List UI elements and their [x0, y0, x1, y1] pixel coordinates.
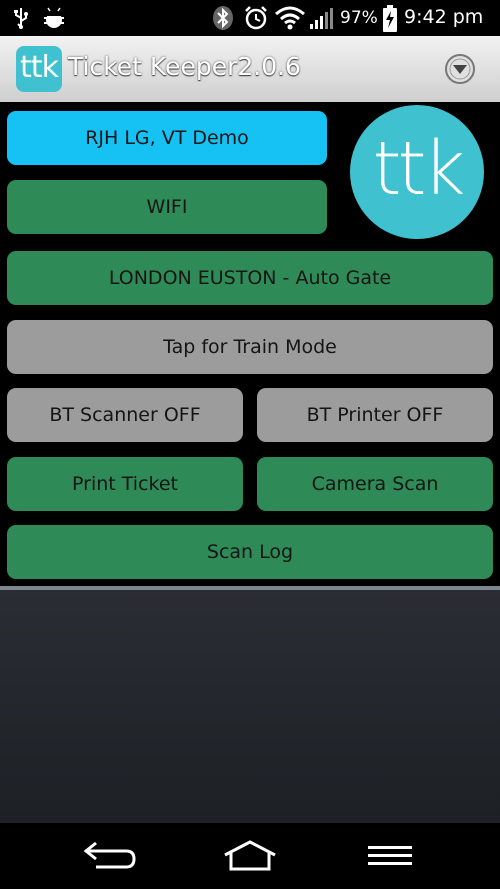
wifi-button[interactable]: WIFI	[7, 180, 327, 234]
usb-icon	[14, 8, 28, 29]
battery-percent: 97%	[340, 8, 378, 28]
camera-scan-button[interactable]: Camera Scan	[257, 457, 493, 511]
app-title: Ticket Keeper2.0.6	[68, 52, 301, 81]
account-button[interactable]: RJH LG, VT Demo	[7, 111, 327, 165]
status-bar: 97% 9:42 pm	[0, 0, 500, 36]
overflow-menu-icon[interactable]	[444, 53, 476, 85]
alarm-icon	[245, 6, 267, 30]
wifi-icon	[275, 6, 305, 30]
bluetooth-icon	[213, 6, 233, 30]
bt-printer-button[interactable]: BT Printer OFF	[257, 388, 493, 442]
action-bar: ttk Ticket Keeper2.0.6	[0, 36, 500, 104]
main-content: RJH LG, VT Demo WIFI ttk LONDON EUSTON -…	[0, 102, 500, 588]
bt-scanner-button[interactable]: BT Scanner OFF	[7, 388, 243, 442]
app-logo: ttk	[16, 46, 62, 92]
station-button[interactable]: LONDON EUSTON - Auto Gate	[7, 251, 493, 305]
ttk-logo: ttk	[350, 105, 484, 239]
scan-log-button[interactable]: Scan Log	[7, 525, 493, 579]
android-debug-icon	[44, 7, 64, 28]
train-mode-button[interactable]: Tap for Train Mode	[7, 320, 493, 374]
signal-icon	[310, 8, 333, 29]
empty-area	[0, 590, 500, 823]
menu-icon[interactable]	[366, 839, 414, 873]
home-icon[interactable]	[222, 839, 278, 873]
clock: 9:42 pm	[404, 6, 484, 28]
back-icon[interactable]	[82, 839, 138, 873]
print-ticket-button[interactable]: Print Ticket	[7, 457, 243, 511]
navigation-bar	[0, 823, 500, 889]
battery-charging-icon	[383, 5, 397, 32]
